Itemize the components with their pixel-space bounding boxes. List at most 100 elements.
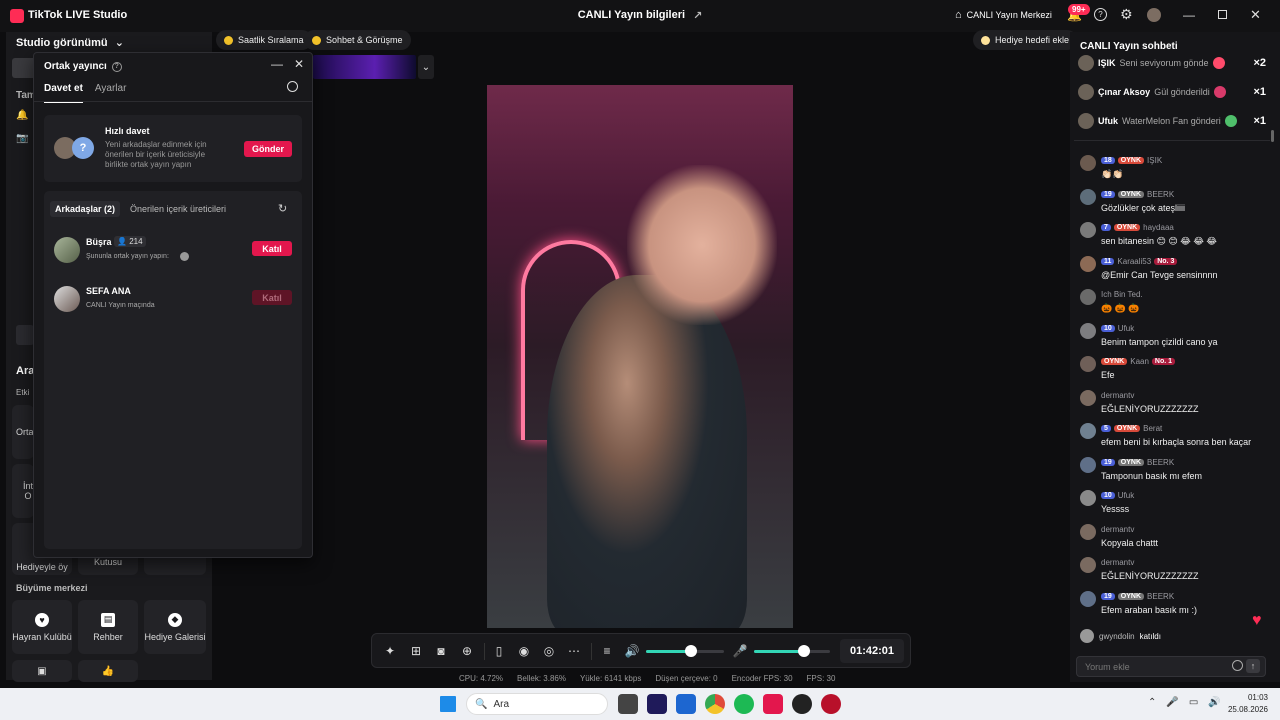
chat-avatar[interactable]	[1080, 557, 1096, 573]
spotify-icon[interactable]	[734, 694, 754, 714]
join-button[interactable]: Katıl	[252, 241, 292, 256]
banner-expand-chevron-icon[interactable]: ⌄	[418, 55, 434, 79]
add-source-icon[interactable]: ⊕	[459, 643, 475, 659]
chat-username[interactable]: haydaaa	[1143, 223, 1174, 232]
more-options-icon[interactable]: ⋯	[566, 643, 582, 659]
tool-gift-gallery[interactable]: ◆ Hediye Galerisi	[144, 600, 206, 654]
tab-settings[interactable]: Ayarlar	[95, 83, 127, 103]
after-effects-icon[interactable]	[647, 694, 667, 714]
chat-username[interactable]: dermantv	[1101, 558, 1134, 567]
live-center-button[interactable]: ⌂ CANLI Yayın Merkezi	[955, 9, 1052, 21]
obs-icon[interactable]	[792, 694, 812, 714]
help-icon[interactable]: ?	[1094, 8, 1107, 21]
magic-effects-icon[interactable]: ✦	[382, 643, 398, 659]
chat-avatar[interactable]	[1080, 322, 1096, 339]
gift-gallery-icon: ◆	[168, 612, 182, 627]
chat-avatar[interactable]	[1080, 289, 1096, 305]
tool-int[interactable]: İnt O	[12, 464, 34, 518]
minimize-modal-button[interactable]: —	[271, 57, 283, 71]
close-modal-button[interactable]: ✕	[294, 57, 304, 71]
chat-scrollbar[interactable]	[1271, 130, 1274, 142]
media-player-icon[interactable]	[821, 694, 841, 714]
tool-calendar[interactable]: ▣	[12, 660, 72, 682]
chat-username[interactable]: Ufuk	[1118, 324, 1134, 333]
windows-start-icon[interactable]	[440, 696, 456, 712]
tool-fan-club[interactable]: ♥ Hayran Kulübü	[12, 600, 72, 654]
chat-meet-chip[interactable]: Sohbet & Görüşme	[304, 30, 411, 50]
subtab-friends[interactable]: Arkadaşlar (2)	[50, 201, 121, 217]
screenshot-icon[interactable]: ◙	[433, 643, 449, 659]
share-icon[interactable]: ↗	[693, 9, 702, 22]
scene-add-button[interactable]	[16, 325, 34, 345]
chat-avatar[interactable]	[1080, 523, 1096, 540]
chat-username[interactable]: Ufuk	[1118, 491, 1134, 500]
chat-username[interactable]: dermantv	[1101, 391, 1134, 400]
chevron-up-icon[interactable]: ⌃	[1148, 697, 1156, 708]
subtab-recommended[interactable]: Önerilen içerik üreticileri	[130, 204, 226, 214]
close-window-button[interactable]: ✕	[1250, 7, 1261, 23]
tab-invite[interactable]: Davet et	[44, 83, 83, 103]
chat-avatar[interactable]	[1080, 456, 1096, 473]
camera-icon[interactable]: 📷	[16, 133, 28, 144]
chat-avatar[interactable]	[1080, 222, 1096, 238]
chat-username[interactable]: IŞIK	[1147, 156, 1162, 165]
tiktok-app-icon[interactable]	[763, 694, 783, 714]
camera-switch-icon[interactable]: ◎	[541, 643, 557, 659]
record-icon[interactable]: ◉	[516, 643, 532, 659]
taskbar-search[interactable]: 🔍 Ara	[466, 693, 608, 715]
refresh-icon[interactable]: ↻	[278, 202, 287, 215]
mic-tray-icon[interactable]: 🎤	[1166, 697, 1178, 708]
tool-thumb[interactable]: 👍	[78, 660, 138, 682]
chat-username[interactable]: Berat	[1143, 424, 1162, 433]
gift-goal-chip[interactable]: Hediye hedefi ekle	[973, 30, 1078, 50]
chat-username[interactable]: BEERK	[1147, 592, 1174, 601]
mic-knob[interactable]	[798, 645, 811, 657]
send-invite-button[interactable]: Gönder	[244, 141, 292, 157]
profile-avatar[interactable]	[1147, 8, 1161, 22]
chat-username[interactable]: Karaali53	[1117, 257, 1151, 266]
volume-slider[interactable]	[646, 645, 724, 657]
microphone-icon[interactable]: 🎤	[732, 643, 748, 659]
chat-username[interactable]: Ich Bin Ted.	[1101, 290, 1143, 299]
phone-icon[interactable]: ▯	[491, 643, 507, 659]
chat-username[interactable]: BEERK	[1147, 190, 1174, 199]
chat-avatar[interactable]	[1080, 590, 1096, 607]
heart-like-icon[interactable]: ♥	[1252, 612, 1262, 630]
outlook-icon[interactable]	[676, 694, 696, 714]
chat-avatar[interactable]	[1080, 255, 1096, 272]
file-explorer-icon[interactable]	[618, 694, 638, 714]
volume-knob[interactable]	[685, 645, 698, 657]
live-info-title[interactable]: CANLI Yayın bilgileri ↗	[560, 9, 720, 22]
chat-avatar[interactable]	[1080, 423, 1096, 439]
monitor-icon[interactable]: ▭	[1189, 697, 1198, 708]
chat-avatar[interactable]	[1080, 188, 1096, 205]
search-icon[interactable]	[287, 81, 298, 92]
chat-avatar[interactable]	[1080, 155, 1096, 171]
joined-text: katıldı	[1139, 631, 1161, 641]
chat-avatar[interactable]	[1080, 490, 1096, 506]
send-arrow-icon[interactable]: ↑	[1246, 659, 1260, 673]
tool-orta[interactable]: Orta	[12, 405, 34, 459]
speaker-tray-icon[interactable]: 🔊	[1208, 697, 1220, 708]
chat-avatar[interactable]	[1080, 389, 1096, 406]
audio-mixer-icon[interactable]: ≡	[599, 643, 615, 659]
help-icon[interactable]: ?	[111, 61, 122, 72]
chat-avatar[interactable]	[1080, 356, 1096, 372]
chat-username[interactable]: Kaan	[1130, 357, 1149, 366]
clock[interactable]: 01:03 25.08.2026	[1228, 692, 1268, 716]
bell-icon[interactable]: 🔔	[16, 110, 28, 121]
hourly-ranking-chip[interactable]: Saatlik Sıralama	[216, 30, 312, 50]
promo-banner[interactable]	[313, 55, 416, 79]
settings-gear-icon[interactable]: ⚙	[1120, 6, 1133, 23]
chat-username[interactable]: dermantv	[1101, 525, 1134, 534]
mic-slider[interactable]	[754, 645, 830, 657]
chat-username[interactable]: BEERK	[1147, 458, 1174, 467]
minimize-button[interactable]: —	[1183, 8, 1195, 22]
tool-guide[interactable]: ▤ Rehber	[78, 600, 138, 654]
maximize-button[interactable]	[1218, 10, 1227, 19]
add-text-icon[interactable]: ⊞	[408, 643, 424, 659]
speaker-icon[interactable]: 🔊	[624, 643, 640, 659]
emoji-icon[interactable]	[1232, 660, 1243, 671]
studio-view-dropdown[interactable]: Studio görünümü ⌄	[16, 36, 124, 49]
chrome-icon[interactable]	[705, 694, 725, 714]
